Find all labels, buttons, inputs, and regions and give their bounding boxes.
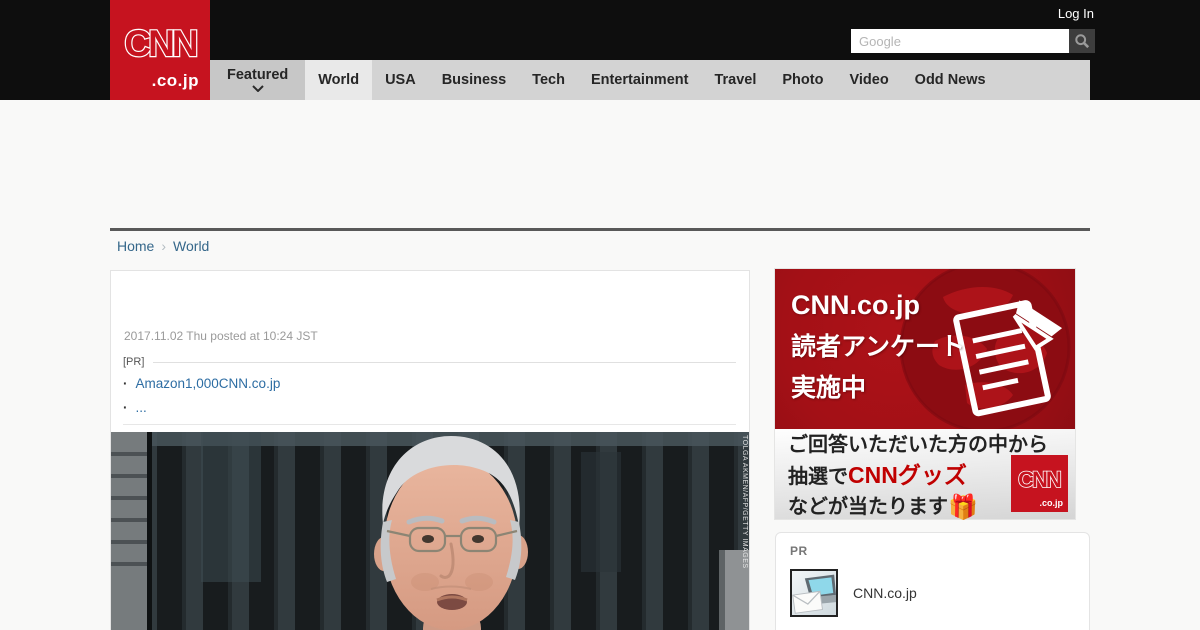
search-bar bbox=[851, 29, 1095, 53]
survey-ad-bottom: ご回答いただいた方の中から 抽選でCNNグッズ などが当たります🎁 CNN .c… bbox=[775, 429, 1075, 521]
nav-item-travel[interactable]: Travel bbox=[701, 60, 769, 100]
gift-icon: 🎁 bbox=[948, 494, 978, 522]
nav-item-tech[interactable]: Tech bbox=[519, 60, 578, 100]
pr-card-label: PR bbox=[790, 544, 808, 558]
main-nav: Featured World USA Business Tech Enterta… bbox=[210, 60, 1090, 100]
pr-links-list: · Amazon1,000CNN.co.jp ·... bbox=[123, 376, 736, 415]
nav-item-photo[interactable]: Photo bbox=[769, 60, 836, 100]
nav-item-label: Featured bbox=[227, 66, 289, 83]
survey-ad-body-line2-prefix: 抽選で bbox=[788, 465, 848, 488]
breadcrumb-world-link[interactable]: World bbox=[173, 238, 209, 254]
top-header: CNN .co.jp Log In Featured World USA bbox=[0, 0, 1200, 100]
list-item: · Amazon1,000CNN.co.jp bbox=[123, 376, 736, 391]
cnn-logo[interactable]: CNN .co.jp bbox=[110, 0, 210, 100]
pr-link-amazon[interactable]: Amazon1,000CNN.co.jp bbox=[136, 376, 281, 391]
list-item: ·... bbox=[123, 400, 736, 415]
survey-ad-body: ご回答いただいた方の中から 抽選でCNNグッズ などが当たります🎁 bbox=[788, 432, 1048, 524]
list-bullet: · bbox=[123, 376, 128, 391]
article-posted-date: 2017.11.02 Thu posted at 10:24 JST bbox=[124, 329, 318, 343]
email-laptop-thumbnail bbox=[790, 569, 838, 617]
nav-item-business[interactable]: Business bbox=[429, 60, 519, 100]
survey-ad-banner[interactable]: CNN.co.jp 読者アンケート 実施中 ご回答いただいた方の中から 抽選でC… bbox=[775, 269, 1075, 521]
cnn-logo-word-graphic: CNN bbox=[123, 22, 201, 65]
pr-label: [PR] bbox=[123, 356, 145, 368]
magnifier-icon bbox=[1075, 34, 1090, 49]
article-photo: TOLGA AKMEN/AFP/GETTY IMAGES bbox=[111, 432, 749, 630]
photo-credit: TOLGA AKMEN/AFP/GETTY IMAGES bbox=[741, 435, 748, 569]
login-link[interactable]: Log In bbox=[1058, 6, 1094, 21]
survey-ad-top: CNN.co.jp 読者アンケート 実施中 bbox=[775, 269, 1075, 429]
pr-header-rule bbox=[153, 361, 736, 363]
cnn-logo-suffix: .co.jp bbox=[151, 71, 199, 90]
pr-item[interactable]: CNN.co.jp bbox=[790, 569, 1075, 617]
ad-cnn-logo-word: CNN bbox=[1018, 467, 1061, 492]
nav-item-video[interactable]: Video bbox=[836, 60, 901, 100]
cnn-jp-article-page: CNN .co.jp Log In Featured World USA bbox=[0, 0, 1200, 630]
breadcrumb-separator: › bbox=[161, 238, 167, 254]
survey-ad-title: CNN.co.jp 読者アンケート 実施中 bbox=[791, 283, 965, 409]
cnn-logo-word: CNN bbox=[124, 23, 196, 64]
article-card: 2017.11.02 Thu posted at 10:24 JST [PR] … bbox=[110, 270, 750, 630]
survey-ad-title-line2: 読者アンケート bbox=[791, 333, 966, 361]
pr-card: PR CNN.co.jp bbox=[775, 532, 1090, 630]
breadcrumb: Home › World bbox=[117, 238, 209, 254]
pr-footer-rule bbox=[123, 424, 736, 425]
ad-cnn-logo: CNN .co.jp bbox=[1011, 455, 1068, 512]
pr-item-title: CNN.co.jp bbox=[853, 585, 917, 601]
ad-cnn-logo-word-graphic: CNN bbox=[1017, 466, 1063, 492]
breadcrumb-home-link[interactable]: Home bbox=[117, 238, 154, 254]
survey-ad-body-line3-text: などが当たります bbox=[788, 496, 948, 519]
survey-ad-body-line2: 抽選でCNNグッズ bbox=[788, 460, 1048, 492]
pr-section-header: [PR] bbox=[123, 356, 736, 368]
content-divider bbox=[110, 228, 1090, 231]
survey-ad-goods-highlight: CNNグッズ bbox=[848, 461, 967, 488]
article-photo-graphic bbox=[111, 432, 749, 630]
nav-item-featured[interactable]: Featured bbox=[210, 60, 306, 100]
nav-item-entertainment[interactable]: Entertainment bbox=[578, 60, 702, 100]
search-input[interactable] bbox=[851, 29, 1069, 53]
survey-ad-body-line1: ご回答いただいた方の中から bbox=[788, 434, 1048, 456]
nav-item-odd-news[interactable]: Odd News bbox=[902, 60, 999, 100]
chevron-down-icon bbox=[251, 85, 264, 93]
nav-item-usa[interactable]: USA bbox=[372, 60, 429, 100]
search-button[interactable] bbox=[1069, 29, 1095, 53]
survey-ad-title-line1: CNN.co.jp bbox=[791, 290, 921, 320]
list-bullet: · bbox=[123, 400, 128, 415]
nav-item-world[interactable]: World bbox=[305, 60, 373, 100]
survey-ad-body-line3: などが当たります🎁 bbox=[788, 491, 1048, 524]
pr-link-more[interactable]: ... bbox=[136, 400, 147, 415]
ad-cnn-logo-suffix: .co.jp bbox=[1039, 498, 1063, 508]
survey-ad-title-line3: 実施中 bbox=[791, 373, 867, 402]
